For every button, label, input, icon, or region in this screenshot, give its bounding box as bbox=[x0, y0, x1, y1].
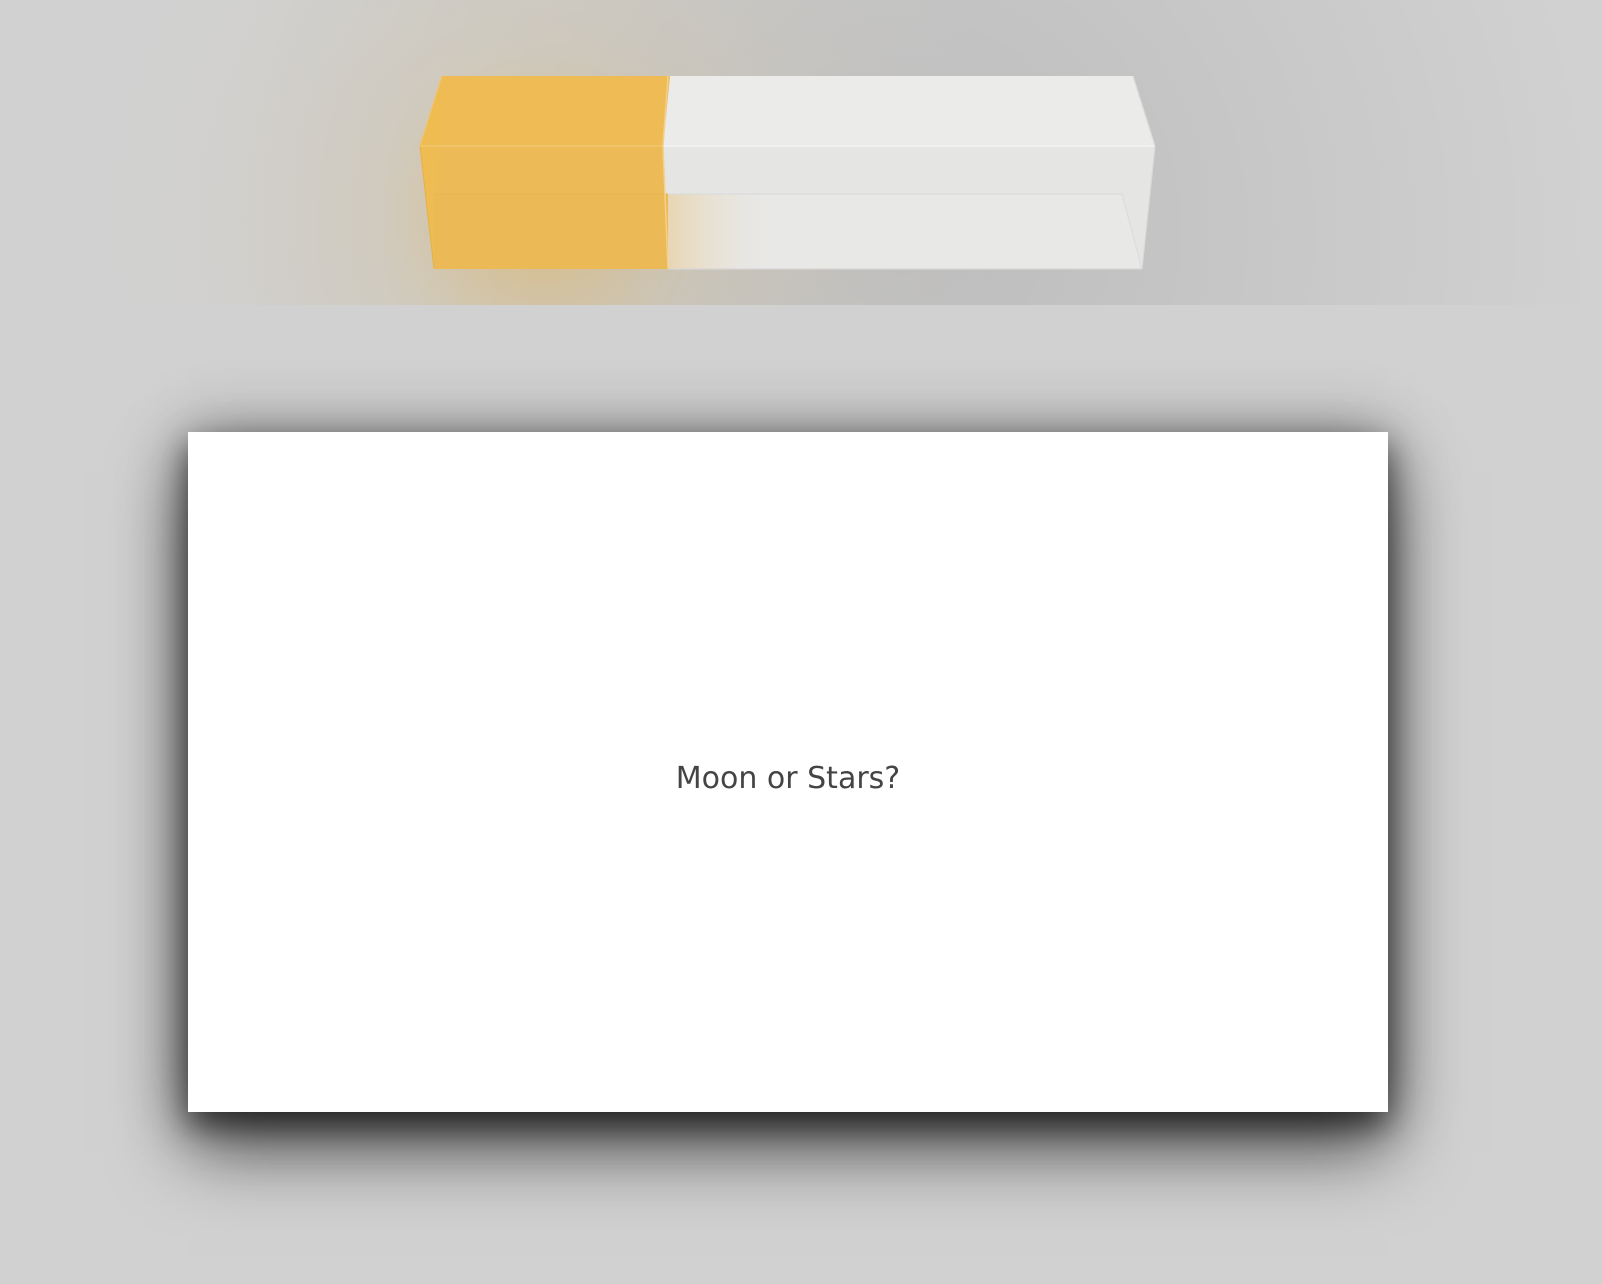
card-question-text: Moon or Stars? bbox=[675, 760, 901, 796]
progress-track bbox=[663, 75, 1156, 270]
progress-bar bbox=[0, 0, 1602, 320]
progress-bar-graphic bbox=[0, 0, 1602, 305]
question-card: Moon or Stars? bbox=[188, 432, 1388, 1112]
progress-fill bbox=[419, 75, 670, 270]
